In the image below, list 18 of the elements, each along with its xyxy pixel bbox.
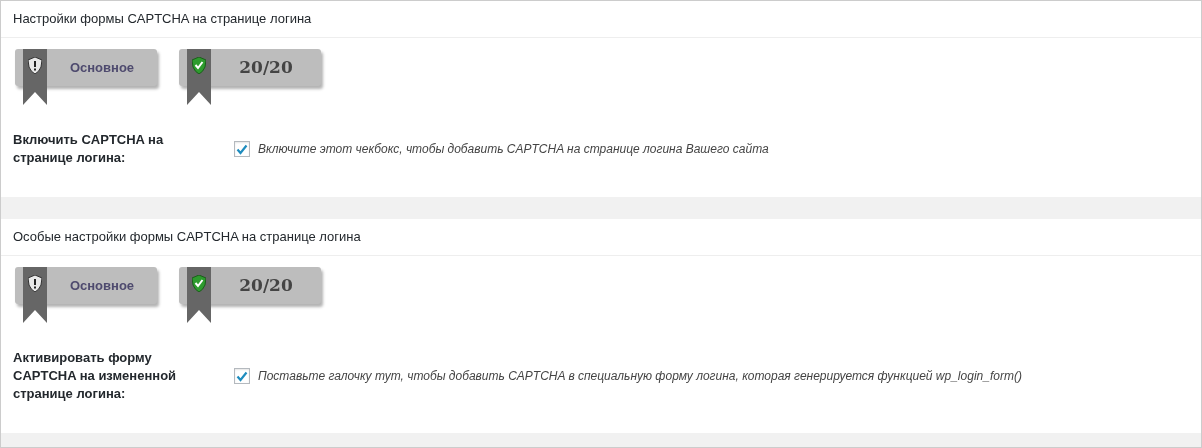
section-title: Особые настройки формы CAPTCHA на странице логина <box>13 228 361 247</box>
checkmark-icon <box>236 143 248 155</box>
checkbox[interactable] <box>234 368 250 384</box>
checkmark-icon <box>236 370 248 382</box>
badge-label: Основное <box>68 58 136 77</box>
shield-check-icon <box>192 275 206 292</box>
checkbox[interactable] <box>234 141 250 157</box>
shield-exclamation-icon <box>28 275 42 292</box>
setting-label: Активировать форму CAPTCHA на измененной странице логина: <box>13 349 178 403</box>
section-title: Настройки формы CAPTCHA на странице логина <box>13 10 312 29</box>
setting-label: Включить CAPTCHA на странице логина: <box>13 131 165 167</box>
badge-label: 20/20 <box>238 55 294 79</box>
shield-exclamation-icon <box>28 57 42 74</box>
badge-label: Основное <box>68 276 136 295</box>
badge-label: 20/20 <box>238 273 294 297</box>
setting-description: Поставьте галочку тут, чтобы добавить CAPTCHA в специальную форму логина, которая генерируется функцией wp_login_form() <box>258 368 1022 385</box>
setting-description: Включите этот чекбокс, чтобы добавить CAPTCHA на странице логина Вашего сайта <box>258 141 769 158</box>
shield-check-icon <box>192 57 206 74</box>
